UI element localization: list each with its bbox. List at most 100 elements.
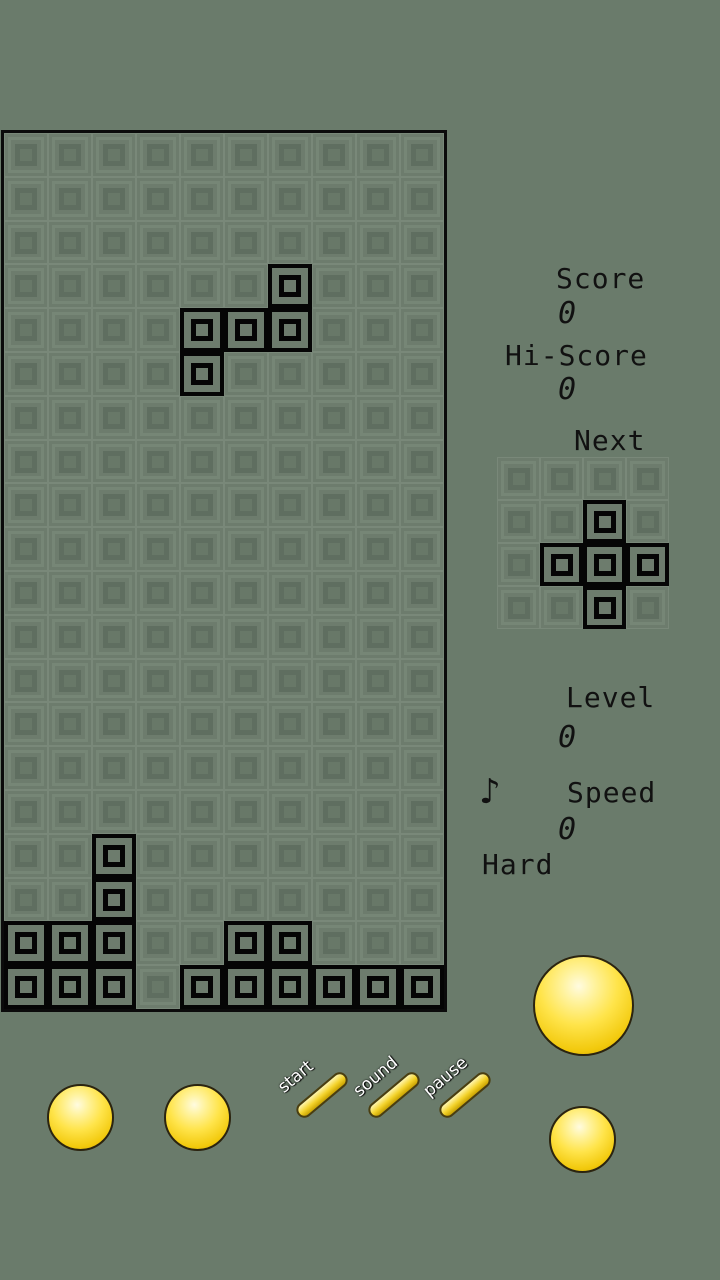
board-empty-cell (48, 352, 92, 396)
board-empty-cell (180, 614, 224, 659)
board-empty-cell (180, 264, 224, 309)
board-empty-cell (48, 264, 92, 309)
board-empty-cell (400, 833, 444, 878)
board-empty-cell (400, 790, 444, 834)
board-empty-cell (268, 483, 312, 528)
next-piece-preview (497, 457, 669, 629)
board-empty-cell (136, 308, 180, 352)
board-empty-cell (136, 264, 180, 309)
board-empty-cell (4, 658, 48, 703)
board-empty-cell (48, 133, 92, 177)
board-empty-cell (312, 833, 356, 878)
board-empty-cell (136, 790, 180, 834)
board-empty-cell (4, 176, 48, 221)
board-empty-cell (224, 133, 268, 177)
board-empty-cell (224, 264, 268, 309)
next-empty-cell (583, 457, 626, 500)
board-empty-cell (92, 264, 136, 309)
right-button[interactable] (164, 1084, 231, 1151)
speed-value: 0 (558, 812, 577, 847)
next-empty-cell (626, 457, 669, 500)
board-empty-cell (356, 352, 400, 396)
board-empty-cell (48, 308, 92, 352)
board-empty-cell (136, 965, 180, 1009)
board-empty-cell (224, 439, 268, 484)
board-empty-cell (180, 746, 224, 790)
board-empty-cell (48, 483, 92, 528)
board-empty-cell (268, 614, 312, 659)
board-empty-cell (48, 395, 92, 440)
board-empty-cell (48, 527, 92, 571)
board-empty-cell (224, 833, 268, 878)
board-empty-cell (312, 264, 356, 309)
next-empty-cell (497, 543, 540, 586)
board-empty-cell (400, 571, 444, 615)
board-empty-cell (356, 702, 400, 747)
board-empty-cell (224, 395, 268, 440)
board-empty-cell (48, 658, 92, 703)
board-empty-cell (268, 877, 312, 922)
board-empty-cell (136, 702, 180, 747)
board-empty-cell (48, 571, 92, 615)
board-block (312, 965, 356, 1009)
board-empty-cell (136, 133, 180, 177)
difficulty-label: Hard (482, 848, 554, 881)
board-empty-cell (4, 352, 48, 396)
board-empty-cell (224, 571, 268, 615)
board-block (48, 921, 92, 966)
board-empty-cell (180, 702, 224, 747)
board-empty-cell (92, 133, 136, 177)
board-empty-cell (400, 176, 444, 221)
next-block (540, 543, 583, 586)
board-empty-cell (356, 658, 400, 703)
board-empty-cell (268, 790, 312, 834)
board-empty-cell (312, 176, 356, 221)
board-empty-cell (400, 220, 444, 265)
board-empty-cell (48, 790, 92, 834)
board-block (268, 308, 312, 352)
board-empty-cell (48, 746, 92, 790)
board-empty-cell (136, 614, 180, 659)
next-empty-cell (626, 500, 669, 543)
board-empty-cell (48, 702, 92, 747)
board-empty-cell (268, 395, 312, 440)
score-value: 0 (558, 296, 577, 331)
board-empty-cell (400, 877, 444, 922)
board-empty-cell (400, 746, 444, 790)
board-empty-cell (312, 527, 356, 571)
board-empty-cell (356, 395, 400, 440)
board-empty-cell (4, 264, 48, 309)
board-empty-cell (4, 133, 48, 177)
board-block (180, 308, 224, 352)
board-empty-cell (180, 571, 224, 615)
left-button[interactable] (47, 1084, 114, 1151)
board-empty-cell (224, 790, 268, 834)
board-empty-cell (4, 395, 48, 440)
board-empty-cell (400, 352, 444, 396)
board-block (224, 921, 268, 966)
board-empty-cell (92, 527, 136, 571)
next-block (626, 543, 669, 586)
board-empty-cell (136, 527, 180, 571)
board-empty-cell (312, 308, 356, 352)
next-empty-cell (497, 457, 540, 500)
rotate-button[interactable] (533, 955, 634, 1056)
game-board[interactable] (1, 130, 447, 1012)
board-empty-cell (356, 571, 400, 615)
board-empty-cell (356, 527, 400, 571)
board-empty-cell (4, 790, 48, 834)
board-empty-cell (312, 614, 356, 659)
level-value: 0 (558, 720, 577, 755)
board-empty-cell (136, 746, 180, 790)
down-button[interactable] (549, 1106, 616, 1173)
board-empty-cell (92, 352, 136, 396)
board-empty-cell (136, 439, 180, 484)
board-empty-cell (180, 790, 224, 834)
board-empty-cell (400, 527, 444, 571)
board-empty-cell (4, 702, 48, 747)
board-empty-cell (268, 133, 312, 177)
board-empty-cell (312, 395, 356, 440)
game-screen: Score 0 Hi-Score 0 Next Level 0 ♪ Speed … (0, 0, 720, 1280)
board-block (4, 965, 48, 1009)
board-empty-cell (48, 877, 92, 922)
